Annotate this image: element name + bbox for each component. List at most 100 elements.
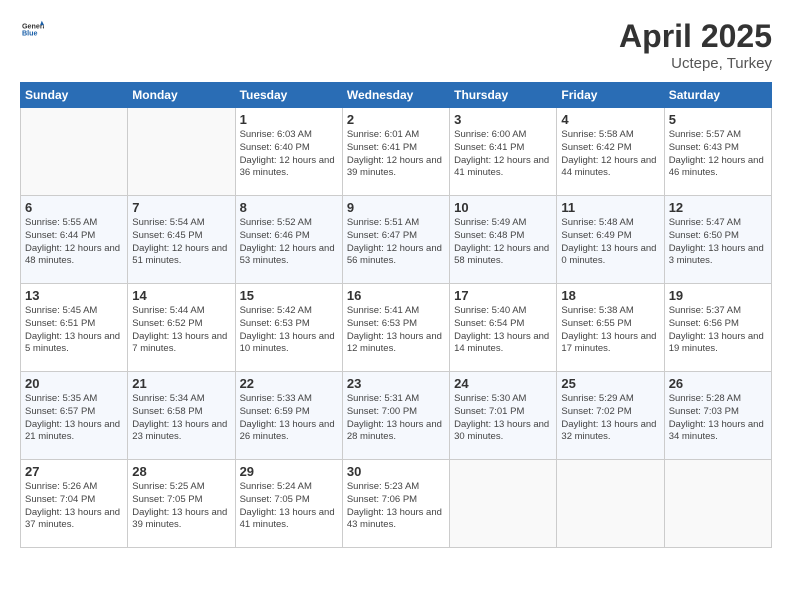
- logo-icon: General Blue: [22, 18, 44, 40]
- col-sunday: Sunday: [21, 83, 128, 108]
- day-info: Sunrise: 5:42 AM Sunset: 6:53 PM Dayligh…: [240, 305, 338, 356]
- calendar-week-row: 13 Sunrise: 5:45 AM Sunset: 6:51 PM Dayli…: [21, 284, 772, 372]
- table-row: 11 Sunrise: 5:48 AM Sunset: 6:49 PM Dayli…: [557, 196, 664, 284]
- table-row: 28 Sunrise: 5:25 AM Sunset: 7:05 PM Dayli…: [128, 460, 235, 548]
- location-title: Uctepe, Turkey: [619, 55, 772, 72]
- day-number: 8: [240, 200, 338, 215]
- day-number: 28: [132, 464, 230, 479]
- day-info: Sunrise: 6:00 AM Sunset: 6:41 PM Dayligh…: [454, 129, 552, 180]
- table-row: 15 Sunrise: 5:42 AM Sunset: 6:53 PM Dayli…: [235, 284, 342, 372]
- table-row: 20 Sunrise: 5:35 AM Sunset: 6:57 PM Dayli…: [21, 372, 128, 460]
- day-number: 5: [669, 112, 767, 127]
- day-number: 16: [347, 288, 445, 303]
- day-info: Sunrise: 5:24 AM Sunset: 7:05 PM Dayligh…: [240, 481, 338, 532]
- day-number: 10: [454, 200, 552, 215]
- day-info: Sunrise: 5:34 AM Sunset: 6:58 PM Dayligh…: [132, 393, 230, 444]
- table-row: 5 Sunrise: 5:57 AM Sunset: 6:43 PM Daylig…: [664, 108, 771, 196]
- day-number: 24: [454, 376, 552, 391]
- day-number: 1: [240, 112, 338, 127]
- day-info: Sunrise: 6:03 AM Sunset: 6:40 PM Dayligh…: [240, 129, 338, 180]
- day-info: Sunrise: 5:25 AM Sunset: 7:05 PM Dayligh…: [132, 481, 230, 532]
- day-info: Sunrise: 6:01 AM Sunset: 6:41 PM Dayligh…: [347, 129, 445, 180]
- table-row: 9 Sunrise: 5:51 AM Sunset: 6:47 PM Daylig…: [342, 196, 449, 284]
- day-number: 2: [347, 112, 445, 127]
- day-info: Sunrise: 5:30 AM Sunset: 7:01 PM Dayligh…: [454, 393, 552, 444]
- day-info: Sunrise: 5:26 AM Sunset: 7:04 PM Dayligh…: [25, 481, 123, 532]
- day-info: Sunrise: 5:57 AM Sunset: 6:43 PM Dayligh…: [669, 129, 767, 180]
- day-number: 12: [669, 200, 767, 215]
- day-info: Sunrise: 5:35 AM Sunset: 6:57 PM Dayligh…: [25, 393, 123, 444]
- table-row: 16 Sunrise: 5:41 AM Sunset: 6:53 PM Dayli…: [342, 284, 449, 372]
- table-row: 30 Sunrise: 5:23 AM Sunset: 7:06 PM Dayli…: [342, 460, 449, 548]
- day-info: Sunrise: 5:48 AM Sunset: 6:49 PM Dayligh…: [561, 217, 659, 268]
- day-info: Sunrise: 5:45 AM Sunset: 6:51 PM Dayligh…: [25, 305, 123, 356]
- calendar: Sunday Monday Tuesday Wednesday Thursday…: [20, 82, 772, 548]
- day-number: 3: [454, 112, 552, 127]
- table-row: 2 Sunrise: 6:01 AM Sunset: 6:41 PM Daylig…: [342, 108, 449, 196]
- day-number: 29: [240, 464, 338, 479]
- table-row: [557, 460, 664, 548]
- day-number: 26: [669, 376, 767, 391]
- header: General Blue April 2025 Uctepe, Turkey: [20, 18, 772, 72]
- day-number: 6: [25, 200, 123, 215]
- table-row: 24 Sunrise: 5:30 AM Sunset: 7:01 PM Dayli…: [450, 372, 557, 460]
- day-info: Sunrise: 5:40 AM Sunset: 6:54 PM Dayligh…: [454, 305, 552, 356]
- col-tuesday: Tuesday: [235, 83, 342, 108]
- table-row: 26 Sunrise: 5:28 AM Sunset: 7:03 PM Dayli…: [664, 372, 771, 460]
- day-number: 7: [132, 200, 230, 215]
- table-row: 19Sunrise: 5:37 AM Sunset: 6:56 PM Dayli…: [664, 284, 771, 372]
- day-info: Sunrise: 5:54 AM Sunset: 6:45 PM Dayligh…: [132, 217, 230, 268]
- table-row: [664, 460, 771, 548]
- title-block: April 2025 Uctepe, Turkey: [619, 18, 772, 72]
- day-info: Sunrise: 5:38 AM Sunset: 6:55 PM Dayligh…: [561, 305, 659, 356]
- day-number: 21: [132, 376, 230, 391]
- day-info: Sunrise: 5:49 AM Sunset: 6:48 PM Dayligh…: [454, 217, 552, 268]
- calendar-week-row: 1 Sunrise: 6:03 AM Sunset: 6:40 PM Daylig…: [21, 108, 772, 196]
- col-friday: Friday: [557, 83, 664, 108]
- table-row: 3 Sunrise: 6:00 AM Sunset: 6:41 PM Daylig…: [450, 108, 557, 196]
- table-row: 4Sunrise: 5:58 AM Sunset: 6:42 PM Daylig…: [557, 108, 664, 196]
- table-row: 14 Sunrise: 5:44 AM Sunset: 6:52 PM Dayli…: [128, 284, 235, 372]
- day-number: 23: [347, 376, 445, 391]
- month-title: April 2025: [619, 18, 772, 55]
- day-number: 30: [347, 464, 445, 479]
- day-number: 14: [132, 288, 230, 303]
- day-info: Sunrise: 5:55 AM Sunset: 6:44 PM Dayligh…: [25, 217, 123, 268]
- table-row: 10 Sunrise: 5:49 AM Sunset: 6:48 PM Dayli…: [450, 196, 557, 284]
- day-number: 20: [25, 376, 123, 391]
- table-row: 1 Sunrise: 6:03 AM Sunset: 6:40 PM Daylig…: [235, 108, 342, 196]
- day-number: 9: [347, 200, 445, 215]
- day-info: Sunrise: 5:31 AM Sunset: 7:00 PM Dayligh…: [347, 393, 445, 444]
- day-info: Sunrise: 5:47 AM Sunset: 6:50 PM Dayligh…: [669, 217, 767, 268]
- table-row: 17Sunrise: 5:40 AM Sunset: 6:54 PM Dayli…: [450, 284, 557, 372]
- day-info: Sunrise: 5:51 AM Sunset: 6:47 PM Dayligh…: [347, 217, 445, 268]
- calendar-week-row: 20 Sunrise: 5:35 AM Sunset: 6:57 PM Dayli…: [21, 372, 772, 460]
- day-number: 22: [240, 376, 338, 391]
- day-number: 13: [25, 288, 123, 303]
- day-number: 27: [25, 464, 123, 479]
- day-info: Sunrise: 5:28 AM Sunset: 7:03 PM Dayligh…: [669, 393, 767, 444]
- table-row: 18Sunrise: 5:38 AM Sunset: 6:55 PM Dayli…: [557, 284, 664, 372]
- day-info: Sunrise: 5:41 AM Sunset: 6:53 PM Dayligh…: [347, 305, 445, 356]
- day-info: Sunrise: 5:37 AM Sunset: 6:56 PM Dayligh…: [669, 305, 767, 356]
- day-number: 11: [561, 200, 659, 215]
- table-row: [21, 108, 128, 196]
- day-info: Sunrise: 5:23 AM Sunset: 7:06 PM Dayligh…: [347, 481, 445, 532]
- day-number: 4: [561, 112, 659, 127]
- day-info: Sunrise: 5:33 AM Sunset: 6:59 PM Dayligh…: [240, 393, 338, 444]
- day-info: Sunrise: 5:29 AM Sunset: 7:02 PM Dayligh…: [561, 393, 659, 444]
- table-row: 7 Sunrise: 5:54 AM Sunset: 6:45 PM Daylig…: [128, 196, 235, 284]
- col-thursday: Thursday: [450, 83, 557, 108]
- day-number: 25: [561, 376, 659, 391]
- table-row: 21 Sunrise: 5:34 AM Sunset: 6:58 PM Dayli…: [128, 372, 235, 460]
- day-info: Sunrise: 5:44 AM Sunset: 6:52 PM Dayligh…: [132, 305, 230, 356]
- table-row: 29 Sunrise: 5:24 AM Sunset: 7:05 PM Dayli…: [235, 460, 342, 548]
- day-number: 15: [240, 288, 338, 303]
- calendar-week-row: 6 Sunrise: 5:55 AM Sunset: 6:44 PM Daylig…: [21, 196, 772, 284]
- col-wednesday: Wednesday: [342, 83, 449, 108]
- table-row: 25 Sunrise: 5:29 AM Sunset: 7:02 PM Dayli…: [557, 372, 664, 460]
- day-info: Sunrise: 5:52 AM Sunset: 6:46 PM Dayligh…: [240, 217, 338, 268]
- table-row: 12 Sunrise: 5:47 AM Sunset: 6:50 PM Dayli…: [664, 196, 771, 284]
- table-row: [450, 460, 557, 548]
- svg-text:Blue: Blue: [22, 30, 38, 38]
